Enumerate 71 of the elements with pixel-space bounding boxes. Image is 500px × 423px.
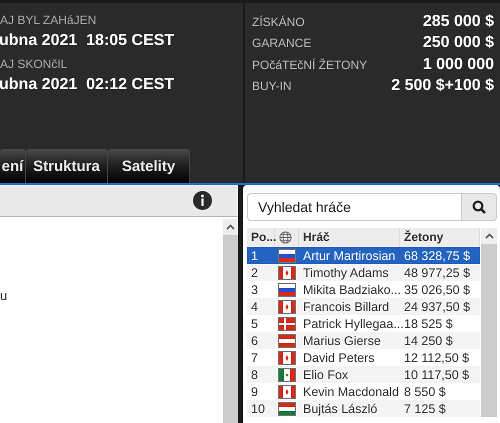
scroll-up-icon[interactable] [226, 224, 236, 230]
stat-label: ZÍSKÁNO [252, 14, 305, 29]
chips-cell-text: 7 125 $ [403, 402, 447, 416]
position-cell-text: 10 [250, 402, 266, 416]
chips-cell-text: 24 937,50 $ [403, 300, 472, 314]
chips-cell-text: 14 250 $ [403, 334, 454, 348]
time-label: AJ SKONčIL [0, 56, 68, 73]
position-cell-text: 9 [250, 384, 259, 398]
search-button[interactable] [461, 193, 497, 221]
stat-value: 2 500 $+100 $ [391, 77, 494, 96]
flag-icon [279, 386, 295, 398]
globe-icon[interactable] [279, 231, 292, 244]
flag-icon [279, 284, 295, 296]
search-field[interactable]: Vyhledat hráče [247, 193, 461, 221]
flag-icon [279, 402, 295, 414]
flag-icon [279, 368, 295, 380]
time-label: AJ BYL ZAHáJEN [0, 12, 98, 29]
stat-value: 250 000 $ [422, 34, 494, 52]
player-name: Patrick Hyllegaa... [302, 316, 400, 330]
stat-value: 285 000 $ [422, 12, 494, 31]
info-icon[interactable] [193, 191, 212, 210]
chips-cell-text: 8 550 $ [403, 384, 447, 398]
player-name: Kevin Macdonald [302, 384, 400, 398]
scroll-up-icon[interactable] [484, 233, 494, 239]
chips-cell-text: 10 117,50 $ [403, 368, 470, 382]
stat-label: BUY-IN [252, 79, 292, 94]
stat-label: GARANCE [252, 36, 312, 50]
flag-icon [279, 352, 295, 364]
player-row[interactable]: 8 Elio Fox 10 117,50 $ [247, 366, 480, 383]
flag-icon [279, 266, 295, 278]
player-name: Mikita Badziako... [302, 282, 400, 296]
player-name: Bujtás László [302, 402, 378, 416]
chips-cell-text: 12 112,50 $ [403, 350, 470, 364]
player-row[interactable]: 6 Marius Gierse 14 250 $ [247, 332, 480, 349]
flag-icon [279, 334, 295, 346]
chips-cell-text: 35 026,50 $ [403, 282, 472, 296]
chips-cell-text: 18 525 $ [403, 316, 454, 330]
scrollbar[interactable] [223, 219, 238, 423]
chips-cell-text: 68 328,75 $ [403, 248, 472, 262]
time-value: ubna 2021 18:05 CEST [0, 31, 176, 51]
flag-icon [279, 300, 295, 312]
position-cell-text: 1 [250, 248, 259, 262]
position-cell-text: 2 [250, 266, 259, 280]
player-row[interactable]: 1 Artur Martirosian 68 328,75 $ [247, 247, 480, 264]
tab[interactable]: Satelity [108, 149, 190, 183]
position-cell-text: 8 [250, 368, 259, 382]
scrollbar[interactable] [481, 228, 497, 417]
tab[interactable]: Struktura [26, 149, 108, 183]
flag-icon [279, 318, 295, 330]
player-name: Marius Gierse [302, 334, 382, 348]
tab[interactable]: ení [0, 149, 26, 183]
stat-value: 1 000 000 [422, 56, 494, 74]
player-name: David Peters [302, 350, 376, 364]
details-text: u [0, 288, 8, 303]
player-name: Artur Martirosian [302, 248, 396, 262]
position-cell-text: 5 [250, 316, 259, 330]
player-row[interactable]: 2 Timothy Adams 48 977,25 $ [247, 264, 480, 281]
time-value: ubna 2021 02:12 CEST [0, 75, 176, 95]
position-cell-text: 4 [250, 300, 259, 314]
player-name: Elio Fox [302, 368, 350, 382]
position-cell-text: 7 [250, 350, 259, 364]
player-row[interactable]: 10 Bujtás László 7 125 $ [247, 400, 480, 417]
player-name: Timothy Adams [302, 266, 390, 280]
player-name: Francois Billard [302, 300, 390, 314]
position-cell-text: 3 [250, 282, 259, 296]
flag-icon [279, 250, 295, 262]
player-row[interactable]: 4 Francois Billard 24 937,50 $ [247, 298, 480, 315]
search-icon [472, 200, 486, 214]
stat-label: POčáTEčNÍ ŽETONY [252, 58, 368, 72]
position-cell-text: 6 [250, 334, 259, 348]
chips-cell-text: 48 977,25 $ [403, 266, 472, 280]
